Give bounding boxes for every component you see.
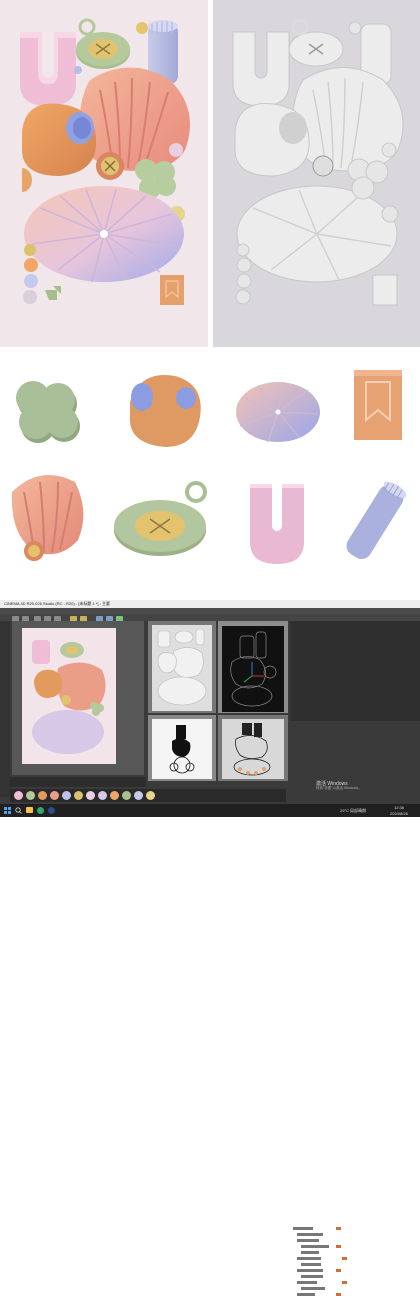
clock-time: 12:36 [394, 805, 405, 810]
pastel-flower [24, 186, 184, 283]
object-row[interactable] [297, 1257, 321, 1260]
color-render-panel [0, 0, 208, 347]
clay-preview-thumbnail [157, 628, 207, 706]
object-showcase [0, 352, 420, 582]
object-row[interactable] [297, 1239, 319, 1242]
material-swatch[interactable] [110, 791, 119, 800]
render-view-thumbnail [32, 640, 106, 754]
material-swatch[interactable] [14, 791, 23, 800]
material-swatch[interactable] [26, 791, 35, 800]
clay-preview [152, 625, 212, 711]
object-row[interactable] [293, 1227, 313, 1230]
material-tag[interactable] [336, 1245, 341, 1248]
yellow-ball [136, 22, 148, 34]
clay-render-panel [213, 0, 420, 347]
wireframe-perspective-view [230, 631, 277, 707]
material-tag[interactable] [336, 1227, 341, 1230]
material-swatch[interactable] [62, 791, 71, 800]
timeline[interactable] [10, 777, 146, 787]
left-tool-palette[interactable] [0, 621, 10, 797]
material-swatch[interactable] [50, 791, 59, 800]
wireframe-front-view [169, 725, 195, 774]
clay-render-illustration [232, 18, 404, 306]
activate-windows-subtitle: 转到"设置"以激活 Windows。 [316, 786, 362, 790]
half-disc [22, 168, 32, 192]
shell-object [11, 474, 84, 561]
material-tag[interactable] [342, 1281, 347, 1284]
weather-status: 29°C 局部晴朗 [340, 808, 367, 813]
search-icon[interactable] [15, 807, 22, 814]
browser-icon[interactable] [37, 807, 44, 814]
tag-object [354, 370, 402, 440]
windows-taskbar: 29°C 局部晴朗 12:36 2024/8/26 [0, 804, 420, 817]
small-lavender-ball [74, 66, 82, 74]
material-swatch[interactable] [86, 791, 95, 800]
c4d-window: CINEMA 4D R20.026 Studio (RC - R20) - [未… [0, 600, 420, 1296]
object-row[interactable] [301, 1263, 321, 1266]
object-row[interactable] [301, 1245, 329, 1248]
material-swatch[interactable] [146, 791, 155, 800]
object-row[interactable] [297, 1233, 323, 1236]
material-swatch[interactable] [38, 791, 47, 800]
mint-pendant [76, 18, 130, 69]
window-title: CINEMA 4D R20.026 Studio (RC - R20) - [未… [0, 600, 420, 608]
orange-tag [160, 275, 184, 305]
clover-object [16, 381, 80, 443]
pink-u-shape [20, 32, 76, 106]
render-view-canvas [22, 628, 116, 764]
main-toolbar[interactable] [0, 614, 420, 623]
flower-object [236, 381, 320, 443]
peach-shell [79, 67, 190, 180]
wireframe-side-view [233, 723, 271, 776]
clock-date: 2024/8/26 [390, 811, 408, 816]
material-swatch[interactable] [122, 791, 131, 800]
material-swatch[interactable] [98, 791, 107, 800]
cylinder-object [346, 481, 407, 560]
material-tag[interactable] [336, 1269, 341, 1272]
material-swatch[interactable] [134, 791, 143, 800]
wireframe-perspective [222, 626, 284, 712]
clay-u-shape [232, 31, 290, 107]
object-row[interactable] [301, 1287, 325, 1290]
windows-start-icon[interactable] [4, 807, 11, 814]
object-showcase-illustration [11, 370, 407, 564]
pendant-object [114, 481, 207, 556]
material-swatch[interactable] [74, 791, 83, 800]
object-row[interactable] [297, 1269, 323, 1272]
green-arrow [45, 286, 61, 300]
wireframe-side [222, 719, 284, 779]
material-tag[interactable] [342, 1257, 347, 1260]
clay-tag [372, 274, 398, 306]
orange-blob-object [130, 375, 201, 447]
c4d-app-icon[interactable] [48, 807, 55, 814]
u-object [250, 484, 304, 564]
folder-icon[interactable] [26, 807, 33, 813]
object-row[interactable] [297, 1281, 317, 1284]
object-row[interactable] [301, 1275, 323, 1278]
wireframe-front [152, 719, 212, 779]
object-manager[interactable] [290, 621, 420, 721]
pink-ball [169, 143, 183, 157]
color-render-illustration [20, 18, 190, 305]
orange-blob [22, 103, 97, 176]
object-row[interactable] [301, 1251, 319, 1254]
